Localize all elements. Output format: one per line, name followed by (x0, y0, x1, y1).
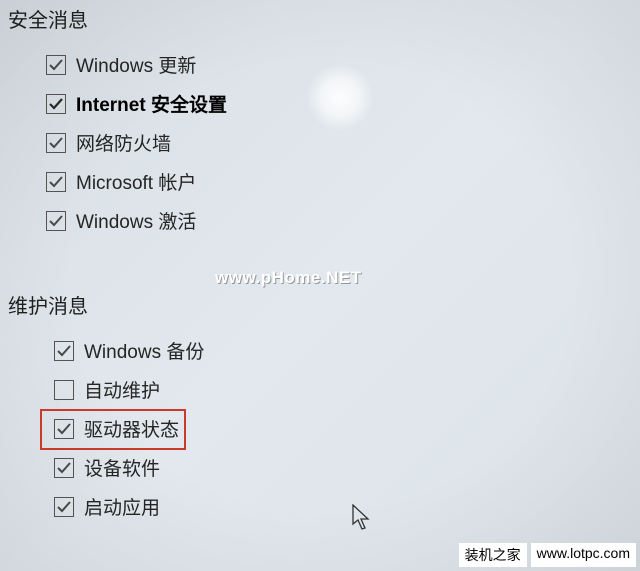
checkbox-item-windows-backup[interactable]: Windows 备份 (54, 331, 640, 370)
watermark-brand: 装机之家 (459, 543, 527, 567)
bottom-watermarks: 装机之家 www.lotpc.com (459, 543, 636, 567)
security-section-header: 安全消息 (0, 0, 640, 45)
item-label: Windows 备份 (84, 337, 204, 364)
checkbox-item-internet-security[interactable]: Internet 安全设置 (46, 84, 640, 123)
checkbox-empty-icon (54, 380, 74, 400)
checkmark-icon (54, 458, 74, 478)
security-section-title: 安全消息 (8, 10, 88, 32)
checkmark-icon (46, 55, 66, 75)
item-label: 驱动器状态 (84, 415, 179, 442)
checkbox-item-windows-activation[interactable]: Windows 激活 (46, 201, 640, 240)
checkbox-item-device-software[interactable]: 设备软件 (54, 448, 640, 487)
item-label: 网络防火墙 (76, 129, 171, 156)
checkmark-icon (54, 341, 74, 361)
item-label: Microsoft 帐户 (76, 168, 196, 195)
checkbox-item-microsoft-account[interactable]: Microsoft 帐户 (46, 162, 640, 201)
item-label: Internet 安全设置 (76, 90, 227, 117)
maintenance-items: Windows 备份 自动维护 驱动器状态 设备软件 启动应用 (0, 331, 640, 526)
item-label: 自动维护 (84, 376, 160, 403)
maintenance-section-header: 维护消息 (0, 282, 640, 331)
security-items: Windows 更新 Internet 安全设置 网络防火墙 Microsoft… (0, 45, 640, 240)
checkmark-icon (46, 94, 66, 114)
checkbox-item-windows-update[interactable]: Windows 更新 (46, 45, 640, 84)
watermark-url: www.lotpc.com (531, 543, 636, 567)
maintenance-section-title: 维护消息 (8, 296, 88, 318)
checkmark-icon (54, 419, 74, 439)
checkbox-item-startup-apps[interactable]: 启动应用 (54, 487, 640, 526)
checkmark-icon (46, 211, 66, 231)
item-label: Windows 激活 (76, 207, 196, 234)
item-label: 设备软件 (84, 454, 160, 481)
item-label: 启动应用 (84, 493, 160, 520)
checkbox-item-auto-maintenance[interactable]: 自动维护 (54, 370, 640, 409)
item-label: Windows 更新 (76, 51, 196, 78)
checkmark-icon (54, 497, 74, 517)
checkbox-item-network-firewall[interactable]: 网络防火墙 (46, 123, 640, 162)
checkmark-icon (46, 172, 66, 192)
checkmark-icon (46, 133, 66, 153)
checkbox-item-drive-status[interactable]: 驱动器状态 (54, 409, 640, 448)
